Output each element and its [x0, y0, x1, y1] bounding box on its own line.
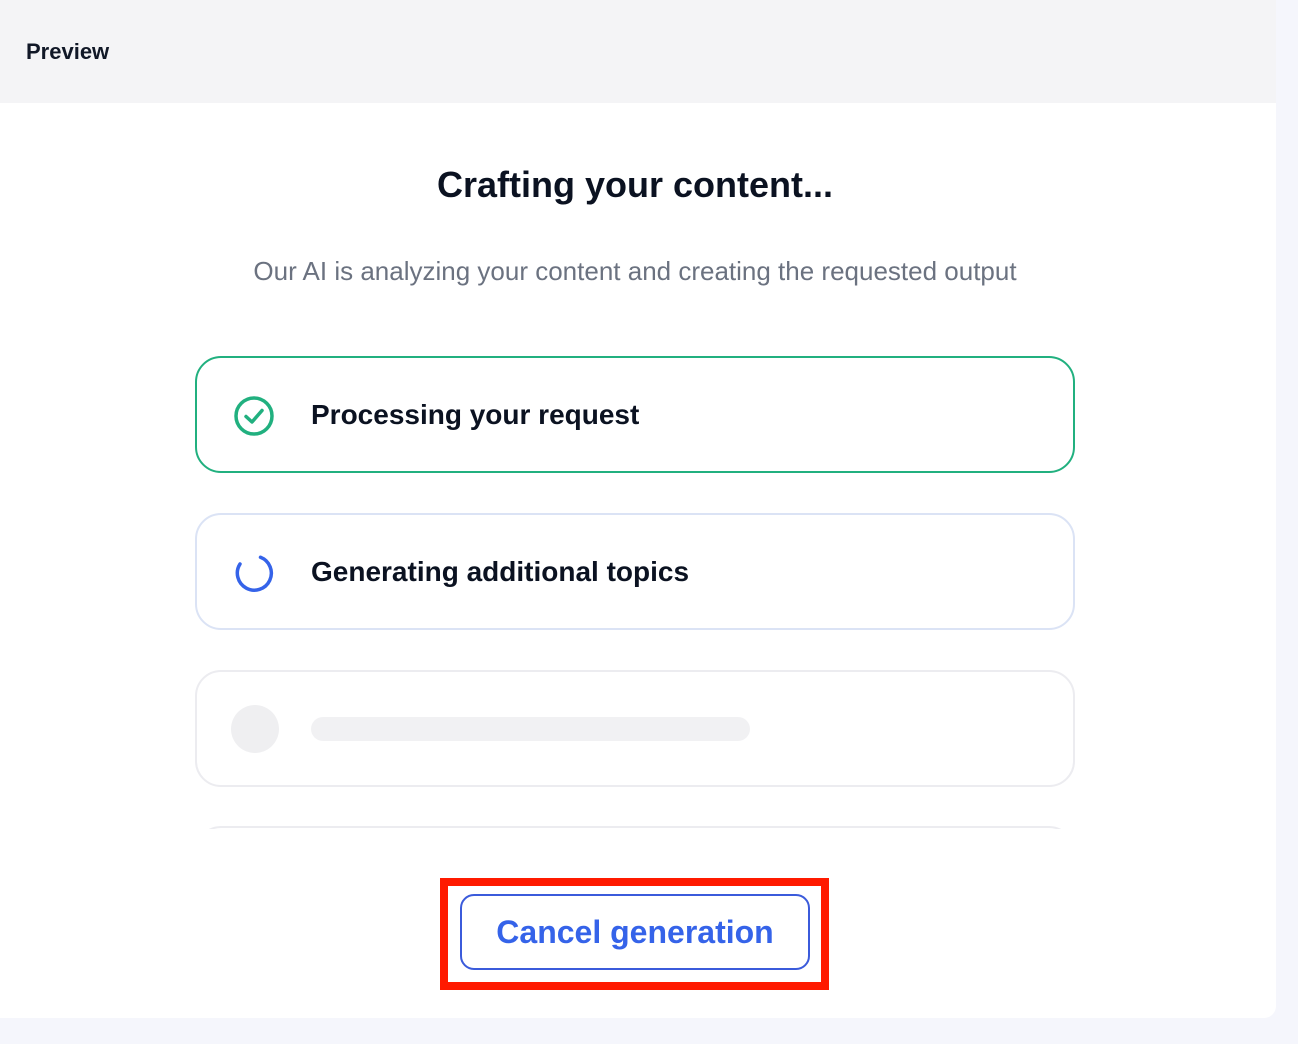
step-pending [195, 826, 1075, 829]
step-generating-topics: Generating additional topics [195, 513, 1075, 630]
preview-panel: Preview Crafting your content... Our AI … [0, 0, 1276, 1018]
spinner-icon [232, 551, 276, 595]
step-label: Generating additional topics [311, 556, 690, 587]
check-circle-icon [232, 394, 276, 438]
cancel-generation-button[interactable]: Cancel generation [460, 894, 810, 970]
panel-title: Preview [26, 39, 110, 64]
page-title: Crafting your content... [437, 164, 833, 205]
step-pending [195, 670, 1075, 787]
skeleton-text-placeholder [311, 717, 750, 741]
page-subtitle: Our AI is analyzing your content and cre… [253, 256, 1017, 286]
progress-steps: Processing your request Generating addit… [195, 356, 1075, 829]
panel-header: Preview [0, 0, 1276, 103]
skeleton-icon-placeholder [231, 705, 279, 753]
step-processing-request: Processing your request [195, 356, 1075, 473]
step-label: Processing your request [311, 399, 640, 430]
